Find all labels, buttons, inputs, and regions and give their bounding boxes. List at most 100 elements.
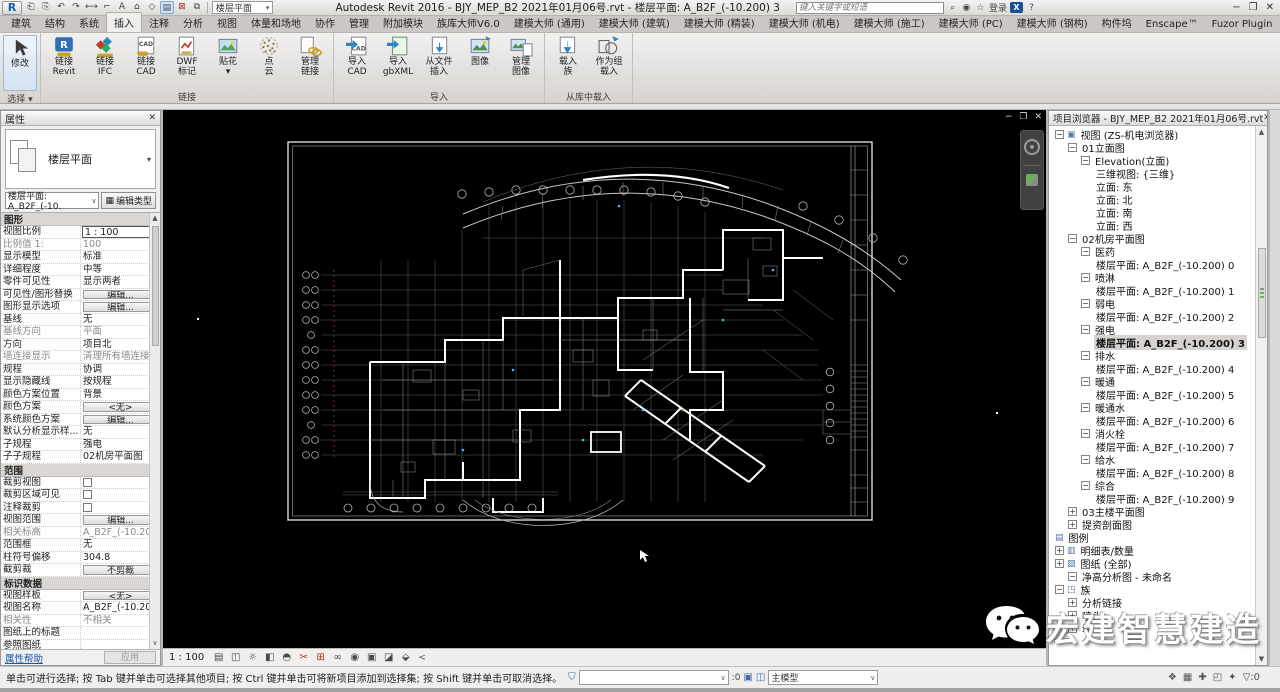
tab-13[interactable]: 建模大师 (建筑)	[592, 13, 677, 32]
property-edit-button[interactable]: 编辑...	[83, 415, 158, 425]
worksets-icon[interactable]: ⛉	[568, 672, 576, 683]
show-crop-region-button[interactable]: ⊞	[314, 651, 327, 664]
collapse-icon[interactable]: −	[1068, 234, 1077, 243]
collapse-icon[interactable]: −	[1081, 351, 1090, 360]
collapse-viewbar-button[interactable]: <	[418, 653, 426, 663]
editing-requests-badge[interactable]: :0	[732, 673, 741, 683]
property-edit-button[interactable]: <无>	[83, 402, 158, 412]
tab-insert-active[interactable]: 插入	[106, 12, 142, 32]
tab-12[interactable]: 建模大师 (通用)	[507, 13, 592, 32]
tree-item[interactable]: 楼层平面: A_B2F_(-10.200) 2	[1049, 310, 1267, 323]
property-checkbox[interactable]	[83, 503, 92, 512]
expand-icon[interactable]: +	[1055, 559, 1064, 568]
expand-icon[interactable]: +	[1055, 546, 1064, 555]
expand-icon[interactable]: +	[1068, 520, 1077, 529]
collapse-icon[interactable]: −	[1081, 273, 1090, 282]
drawing-area[interactable]: − ❐ ✕	[163, 110, 1046, 648]
instance-filter-combo[interactable]: 楼层平面: A_B2F_(-10. ∨	[5, 192, 99, 209]
collapse-icon[interactable]: −	[1055, 585, 1064, 594]
properties-section-header[interactable]: 标识数据∧	[1, 577, 160, 590]
tab-9[interactable]: 管理	[342, 13, 376, 32]
tab-19[interactable]: 构件坞	[1095, 13, 1139, 32]
properties-panel-header[interactable]: 属性 ✕	[1, 111, 160, 126]
point-cloud-button[interactable]: 点 云	[249, 34, 289, 77]
pan-zoom-icon[interactable]	[1026, 174, 1038, 186]
filter-button[interactable]: ▽:0	[1243, 672, 1260, 683]
close-button[interactable]: ✕	[1266, 2, 1274, 13]
property-edit-button[interactable]: 不剪裁	[83, 565, 158, 575]
tree-item[interactable]: +墙	[1049, 622, 1267, 635]
active-workset-dropdown[interactable]: ∨	[579, 670, 729, 685]
link-cad-button[interactable]: CAD链接 CAD	[126, 34, 166, 77]
apply-button[interactable]: 应用	[104, 651, 156, 664]
expand-icon[interactable]: +	[1068, 507, 1077, 516]
collapse-icon[interactable]: −	[1081, 156, 1090, 165]
tab-14[interactable]: 建模大师 (精装)	[677, 13, 762, 32]
collapse-icon[interactable]: −	[1081, 299, 1090, 308]
tab-10[interactable]: 附加模块	[376, 13, 430, 32]
collapse-icon[interactable]: −	[1068, 143, 1077, 152]
tab-18[interactable]: 建模大师 (钢构)	[1010, 13, 1095, 32]
analytical-model-button[interactable]: ⬙	[399, 651, 412, 664]
search-icon[interactable]: ⌕	[947, 3, 958, 13]
select-underlay-toggle[interactable]: ▦	[1183, 672, 1192, 683]
exchange-apps-icon[interactable]: X	[1010, 2, 1023, 13]
design-option-dropdown[interactable]: 主模型 ∨	[768, 670, 878, 685]
browser-scrollbar[interactable]: ▲ ▼	[1255, 126, 1267, 665]
property-edit-button[interactable]: 编辑...	[83, 515, 158, 525]
help-icon[interactable]: ?	[1026, 3, 1037, 13]
collapse-icon[interactable]: −	[1081, 455, 1090, 464]
scrollbar-thumb[interactable]	[1258, 248, 1266, 338]
visual-style-button[interactable]: ◫	[229, 651, 242, 664]
scroll-down-arrow[interactable]: ∨	[150, 638, 160, 649]
tab-15[interactable]: 建模大师 (机电)	[762, 13, 847, 32]
tab-7[interactable]: 体量和场地	[244, 13, 308, 32]
view-minimize-button[interactable]: −	[1005, 112, 1013, 122]
modify-button[interactable]: 修改	[3, 35, 37, 91]
worksharing-display-button[interactable]: ▣	[365, 651, 378, 664]
view-scale-button[interactable]: 1 : 100	[169, 652, 204, 663]
property-edit-button[interactable]: <无>	[83, 591, 158, 601]
tab-17[interactable]: 建模大师 (PC)	[932, 13, 1010, 32]
collapse-icon[interactable]: −	[1068, 572, 1077, 581]
expand-icon[interactable]: +	[1068, 598, 1077, 607]
scroll-up-arrow[interactable]: ▲	[150, 213, 160, 224]
property-checkbox[interactable]	[83, 478, 92, 487]
collapse-icon[interactable]: −	[1081, 377, 1090, 386]
temporary-view-properties-button[interactable]: ◪	[382, 651, 395, 664]
scroll-down-arrow[interactable]: ▼	[1256, 653, 1267, 665]
tab-2[interactable]: 系统	[72, 13, 106, 32]
select-links-toggle[interactable]: ❖	[1168, 672, 1177, 683]
tree-item-selected[interactable]: 楼层平面: A_B2F_(-10.200) 3	[1049, 336, 1267, 349]
design-options-icon[interactable]: ◫	[756, 672, 765, 683]
properties-section-header[interactable]: 范围∧	[1, 464, 160, 477]
tree-item[interactable]: 楼层平面: A_B2F_(-10.200) 1	[1049, 284, 1267, 297]
infocenter-search-input[interactable]	[796, 2, 944, 14]
scroll-up-arrow[interactable]: ▲	[1256, 126, 1267, 138]
tree-item[interactable]: 楼层平面: A_B2F_(-10.200) 6	[1049, 414, 1267, 427]
select-pinned-toggle[interactable]: ✚	[1198, 672, 1206, 683]
collapse-icon[interactable]: −	[1081, 481, 1090, 490]
expand-icon[interactable]: +	[1068, 624, 1077, 633]
manage-images-button[interactable]: 管理 图像	[501, 34, 541, 77]
tree-item[interactable]: 三维视图: {三维}	[1049, 167, 1267, 180]
load-family-button[interactable]: 载入 族	[548, 34, 588, 77]
tab-8[interactable]: 协作	[308, 13, 342, 32]
show-rendering-dialog-button[interactable]: ◓	[280, 651, 293, 664]
expand-icon[interactable]: +	[1068, 611, 1077, 620]
tab-5[interactable]: 分析	[176, 13, 210, 32]
tab-11[interactable]: 族库大师V6.0	[430, 13, 507, 32]
tree-item[interactable]: 立面: 南	[1049, 206, 1267, 219]
import-gbxml-button[interactable]: 导入 gbXML	[378, 34, 418, 77]
dwf-markup-button[interactable]: DWF 标记	[167, 34, 207, 77]
properties-help-link[interactable]: 属性帮助	[5, 651, 43, 665]
tab-21[interactable]: Fuzor Plugin	[1205, 17, 1280, 32]
favorites-star-icon[interactable]: ☆	[975, 3, 986, 13]
type-selector[interactable]: 楼层平面 ▾	[5, 129, 156, 189]
collapse-icon[interactable]: −	[1081, 429, 1090, 438]
tab-0[interactable]: 建筑	[4, 13, 38, 32]
tab-6[interactable]: 视图	[210, 13, 244, 32]
shadows-button[interactable]: ◧	[263, 651, 276, 664]
collapse-icon[interactable]: −	[1081, 403, 1090, 412]
view-restore-button[interactable]: ❐	[1019, 112, 1027, 122]
